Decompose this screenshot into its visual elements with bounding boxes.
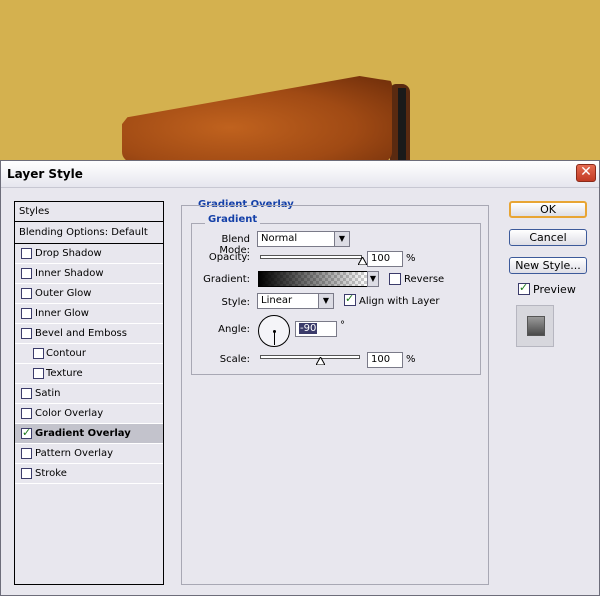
cancel-button[interactable]: Cancel xyxy=(509,229,587,246)
checkmark-icon: ✓ xyxy=(345,292,355,305)
style-item-checkbox[interactable] xyxy=(33,368,44,379)
angle-dial[interactable] xyxy=(258,315,290,347)
dialog-titlebar: Layer Style ✕ xyxy=(1,161,599,188)
style-item-drop-shadow[interactable]: Drop Shadow xyxy=(15,244,163,264)
style-item-satin[interactable]: Satin xyxy=(15,384,163,404)
style-item-checkbox[interactable] xyxy=(33,348,44,359)
style-item-outer-glow[interactable]: Outer Glow xyxy=(15,284,163,304)
ok-button[interactable]: OK xyxy=(509,201,587,218)
reverse-checkbox[interactable] xyxy=(389,273,401,285)
angle-value: -90 xyxy=(299,323,318,334)
dialog-title: Layer Style xyxy=(7,167,83,181)
checkmark-icon: ✓ xyxy=(519,281,529,294)
style-item-checkbox[interactable]: ✓ xyxy=(21,426,32,439)
blend-mode-value: Normal xyxy=(261,233,298,244)
preview-label: Preview xyxy=(533,283,576,296)
style-item-inner-glow[interactable]: Inner Glow xyxy=(15,304,163,324)
gradient-swatch[interactable] xyxy=(258,271,368,287)
new-style-button[interactable]: New Style... xyxy=(509,257,587,274)
align-with-layer-label: Align with Layer xyxy=(359,296,440,307)
style-item-checkbox[interactable] xyxy=(21,268,32,279)
styles-header[interactable]: Styles xyxy=(15,202,163,222)
style-label: Style: xyxy=(221,297,251,308)
chevron-down-icon: ▼ xyxy=(368,272,378,286)
style-item-label: Bevel and Emboss xyxy=(35,328,127,339)
style-item-label: Color Overlay xyxy=(35,408,104,419)
opacity-unit: % xyxy=(406,253,416,264)
angle-unit: ° xyxy=(340,320,345,331)
scale-slider[interactable] xyxy=(260,355,360,359)
checkmark-icon: ✓ xyxy=(22,426,32,439)
style-item-bevel-and-emboss[interactable]: Bevel and Emboss xyxy=(15,324,163,344)
group-title: Gradient xyxy=(205,214,261,225)
style-item-checkbox[interactable] xyxy=(21,448,32,459)
scale-field[interactable]: 100 xyxy=(367,352,403,368)
style-item-label: Pattern Overlay xyxy=(35,448,114,459)
align-with-layer-checkbox[interactable]: ✓ xyxy=(344,292,356,306)
style-item-label: Satin xyxy=(35,388,61,399)
angle-dial-needle xyxy=(274,331,275,345)
style-item-label: Inner Glow xyxy=(35,308,89,319)
style-item-texture[interactable]: Texture xyxy=(15,364,163,384)
style-item-color-overlay[interactable]: Color Overlay xyxy=(15,404,163,424)
styles-list: Styles Blending Options: Default Drop Sh… xyxy=(14,201,164,585)
style-item-contour[interactable]: Contour xyxy=(15,344,163,364)
close-icon[interactable]: ✕ xyxy=(576,164,596,182)
scale-label: Scale: xyxy=(219,354,250,365)
chevron-down-icon: ▼ xyxy=(334,232,349,246)
angle-field[interactable]: -90 xyxy=(295,321,337,337)
opacity-slider-thumb[interactable] xyxy=(357,257,367,265)
style-value: Linear xyxy=(261,295,293,306)
style-item-checkbox[interactable] xyxy=(21,248,32,259)
style-item-checkbox[interactable] xyxy=(21,308,32,319)
scale-unit: % xyxy=(406,354,416,365)
style-item-checkbox[interactable] xyxy=(21,388,32,399)
chevron-down-icon: ▼ xyxy=(318,294,333,308)
style-item-checkbox[interactable] xyxy=(21,468,32,479)
style-item-label: Stroke xyxy=(35,468,67,479)
book-pages xyxy=(398,88,406,160)
preview-checkbox[interactable]: ✓ xyxy=(518,281,530,295)
blending-options-item[interactable]: Blending Options: Default xyxy=(15,222,163,244)
style-item-label: Contour xyxy=(46,348,86,359)
style-item-gradient-overlay[interactable]: ✓ Gradient Overlay xyxy=(15,424,163,444)
style-item-label: Drop Shadow xyxy=(35,248,102,259)
gradient-label: Gradient: xyxy=(203,274,250,285)
preview-thumbnail xyxy=(516,305,554,347)
style-item-checkbox[interactable] xyxy=(21,288,32,299)
scale-slider-thumb[interactable] xyxy=(315,357,325,365)
layer-style-dialog: Layer Style ✕ Styles Blending Options: D… xyxy=(0,160,600,596)
style-item-stroke[interactable]: Stroke xyxy=(15,464,163,484)
style-item-checkbox[interactable] xyxy=(21,408,32,419)
style-item-pattern-overlay[interactable]: Pattern Overlay xyxy=(15,444,163,464)
blend-mode-select[interactable]: Normal ▼ xyxy=(257,231,350,247)
style-item-label: Texture xyxy=(46,368,83,379)
reverse-label: Reverse xyxy=(404,274,445,285)
style-item-label: Gradient Overlay xyxy=(35,428,131,439)
gradient-dropdown[interactable]: ▼ xyxy=(367,271,379,287)
preview-swatch xyxy=(527,316,545,336)
style-item-inner-shadow[interactable]: Inner Shadow xyxy=(15,264,163,284)
opacity-label: Opacity: xyxy=(208,252,250,263)
style-select[interactable]: Linear ▼ xyxy=(257,293,334,309)
style-item-label: Outer Glow xyxy=(35,288,92,299)
opacity-slider[interactable] xyxy=(260,255,362,259)
style-item-checkbox[interactable] xyxy=(21,328,32,339)
opacity-field[interactable]: 100 xyxy=(367,251,403,267)
angle-label: Angle: xyxy=(218,324,250,335)
style-item-label: Inner Shadow xyxy=(35,268,104,279)
